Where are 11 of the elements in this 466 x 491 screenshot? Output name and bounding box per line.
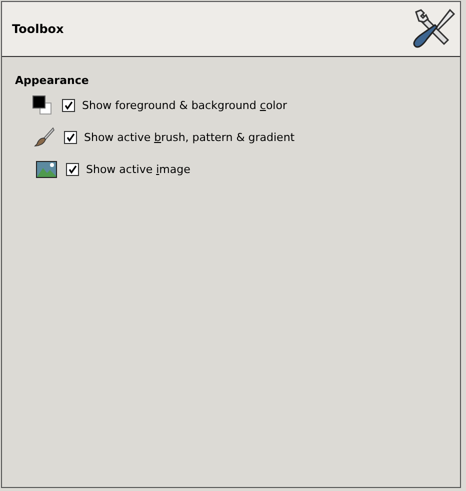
checkbox-label: Show active image <box>86 162 190 176</box>
landscape-image-icon <box>36 160 56 178</box>
checkbox[interactable] <box>62 98 75 112</box>
panel-title: Toolbox <box>12 22 64 36</box>
color-swatch-icon <box>32 95 52 115</box>
checkbox-label: Show active brush, pattern & gradient <box>84 130 295 144</box>
paintbrush-icon <box>33 126 55 148</box>
checkbox-label: Show foreground & background color <box>82 98 287 112</box>
checkbox[interactable] <box>66 162 79 176</box>
section-heading: Appearance <box>15 74 89 87</box>
checkbox[interactable] <box>64 130 77 144</box>
